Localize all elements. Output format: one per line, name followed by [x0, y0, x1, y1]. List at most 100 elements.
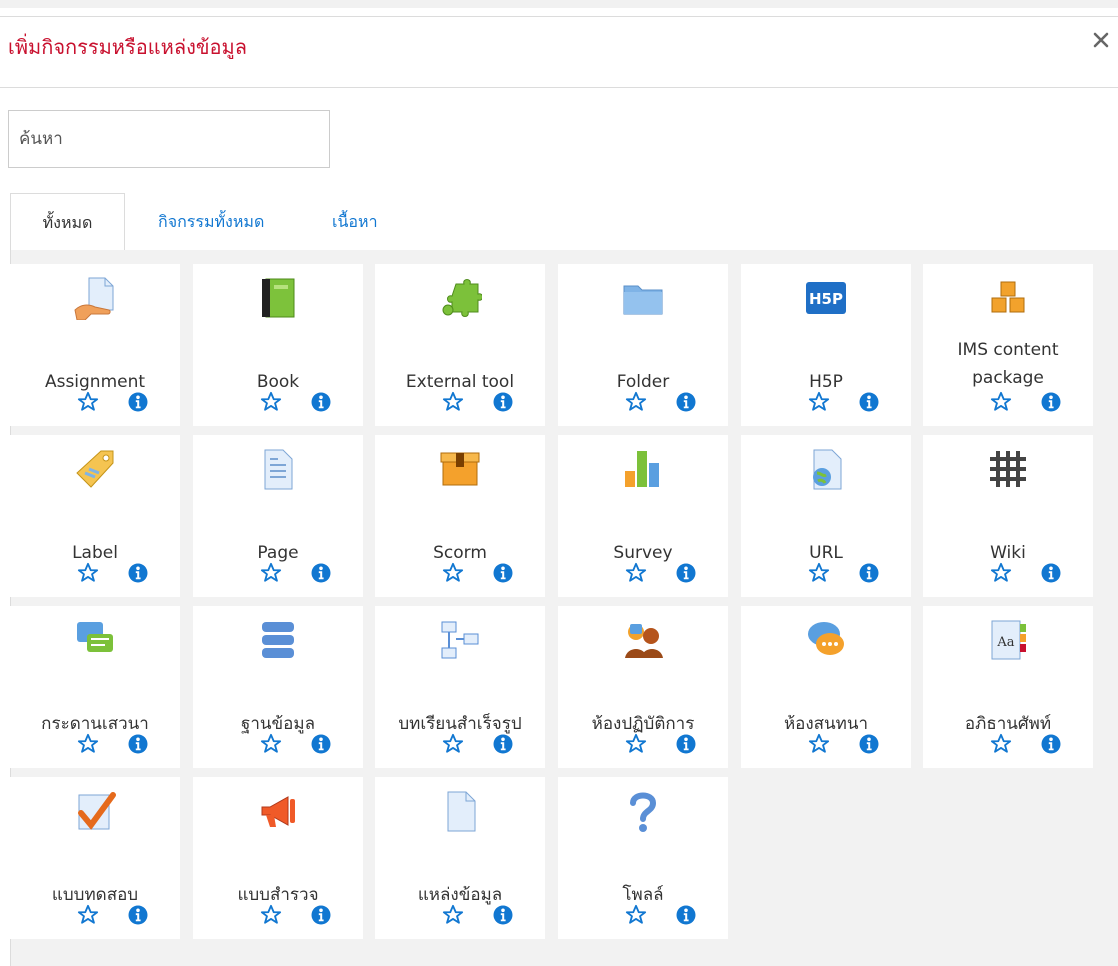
module-card[interactable]: ห้องปฏิบัติการ — [558, 606, 728, 768]
svg-text:Aa: Aa — [996, 635, 1014, 650]
wiki-icon — [990, 451, 1026, 487]
module-card[interactable]: Survey — [558, 435, 728, 597]
info-icon[interactable] — [493, 563, 513, 583]
star-favourite-icon[interactable] — [442, 733, 464, 755]
lesson-icon — [441, 621, 479, 659]
h5p-icon: H5P — [806, 282, 846, 314]
tab-resources[interactable]: เนื้อหา — [310, 193, 400, 250]
ims-package-icon — [991, 281, 1025, 313]
database-icon — [262, 622, 294, 658]
tab-all[interactable]: ทั้งหมด — [10, 193, 125, 251]
info-icon[interactable] — [311, 392, 331, 412]
module-card[interactable]: ห้องสนทนา — [741, 606, 911, 768]
star-favourite-icon[interactable] — [260, 733, 282, 755]
folder-icon — [623, 285, 663, 315]
module-card[interactable]: ฐานข้อมูล — [193, 606, 363, 768]
module-card[interactable]: บทเรียนสำเร็จรูป — [375, 606, 545, 768]
info-icon[interactable] — [128, 392, 148, 412]
star-favourite-icon[interactable] — [808, 562, 830, 584]
info-icon[interactable] — [859, 392, 879, 412]
module-card[interactable]: แบบสำรวจ — [193, 777, 363, 939]
tab-bar: ทั้งหมด กิจกรรมทั้งหมด เนื้อหา — [10, 193, 1118, 251]
info-icon[interactable] — [128, 734, 148, 754]
star-favourite-icon[interactable] — [625, 904, 647, 926]
module-card[interactable]: Aa อภิธานศัพท์ — [923, 606, 1093, 768]
assignment-icon — [74, 277, 114, 320]
feedback-megaphone-icon — [261, 796, 295, 827]
module-card[interactable]: แบบทดสอบ — [10, 777, 180, 939]
page-icon — [264, 449, 293, 490]
module-card[interactable]: กระดานเสวนา — [10, 606, 180, 768]
module-card[interactable]: H5P H5P — [741, 264, 911, 426]
info-icon[interactable] — [859, 563, 879, 583]
quiz-icon — [78, 792, 116, 830]
star-favourite-icon[interactable] — [442, 391, 464, 413]
star-favourite-icon[interactable] — [260, 562, 282, 584]
svg-text:H5P: H5P — [809, 290, 843, 308]
star-favourite-icon[interactable] — [442, 562, 464, 584]
module-card[interactable]: Label — [10, 435, 180, 597]
module-card[interactable]: URL — [741, 435, 911, 597]
info-icon[interactable] — [676, 563, 696, 583]
puzzle-icon — [442, 279, 482, 317]
star-favourite-icon[interactable] — [625, 733, 647, 755]
info-icon[interactable] — [1041, 734, 1061, 754]
star-favourite-icon[interactable] — [990, 562, 1012, 584]
glossary-icon: Aa — [991, 620, 1026, 660]
label-tag-icon — [76, 450, 114, 488]
info-icon[interactable] — [311, 563, 331, 583]
star-favourite-icon[interactable] — [990, 391, 1012, 413]
star-favourite-icon[interactable] — [77, 904, 99, 926]
star-favourite-icon[interactable] — [260, 391, 282, 413]
survey-chart-icon — [625, 451, 659, 487]
info-icon[interactable] — [493, 392, 513, 412]
star-favourite-icon[interactable] — [990, 733, 1012, 755]
star-favourite-icon[interactable] — [442, 904, 464, 926]
star-favourite-icon[interactable] — [77, 391, 99, 413]
module-card[interactable]: Book — [193, 264, 363, 426]
star-favourite-icon[interactable] — [260, 904, 282, 926]
forum-icon — [77, 622, 113, 652]
star-favourite-icon[interactable] — [77, 733, 99, 755]
module-card[interactable]: Folder — [558, 264, 728, 426]
module-cards: Assignment Book External tool Folder H5P H5P I… — [0, 249, 1118, 965]
info-icon[interactable] — [676, 392, 696, 412]
star-favourite-icon[interactable] — [77, 562, 99, 584]
info-icon[interactable] — [128, 905, 148, 925]
scorm-box-icon — [440, 452, 480, 486]
module-card[interactable]: Assignment — [10, 264, 180, 426]
info-icon[interactable] — [676, 734, 696, 754]
info-icon[interactable] — [859, 734, 879, 754]
module-card[interactable]: Page — [193, 435, 363, 597]
info-icon[interactable] — [493, 734, 513, 754]
resource-file-icon — [447, 791, 476, 832]
module-card[interactable]: IMS content package — [923, 264, 1093, 426]
info-icon[interactable] — [676, 905, 696, 925]
workshop-icon — [625, 624, 663, 658]
star-favourite-icon[interactable] — [625, 391, 647, 413]
info-icon[interactable] — [1041, 392, 1061, 412]
module-label: IMS content package — [957, 340, 1059, 388]
modal-title: เพิ่มกิจกรรมหรือแหล่งข้อมูล — [8, 35, 247, 59]
star-favourite-icon[interactable] — [808, 391, 830, 413]
module-card[interactable]: โพลล์ — [558, 777, 728, 939]
book-icon — [262, 278, 295, 318]
module-card[interactable]: แหล่งข้อมูล — [375, 777, 545, 939]
tab-activities[interactable]: กิจกรรมทั้งหมด — [136, 193, 286, 250]
module-card[interactable]: Wiki — [923, 435, 1093, 597]
module-card[interactable]: External tool — [375, 264, 545, 426]
info-icon[interactable] — [311, 905, 331, 925]
chat-icon — [808, 622, 844, 655]
modal-header: เพิ่มกิจกรรมหรือแหล่งข้อมูล — [0, 17, 1118, 88]
info-icon[interactable] — [311, 734, 331, 754]
close-icon[interactable] — [1088, 27, 1114, 53]
info-icon[interactable] — [128, 563, 148, 583]
module-card[interactable]: Scorm — [375, 435, 545, 597]
url-globe-icon — [813, 449, 842, 490]
info-icon[interactable] — [493, 905, 513, 925]
search-input[interactable] — [8, 110, 330, 168]
star-favourite-icon[interactable] — [808, 733, 830, 755]
choice-question-icon — [630, 792, 657, 832]
star-favourite-icon[interactable] — [625, 562, 647, 584]
info-icon[interactable] — [1041, 563, 1061, 583]
